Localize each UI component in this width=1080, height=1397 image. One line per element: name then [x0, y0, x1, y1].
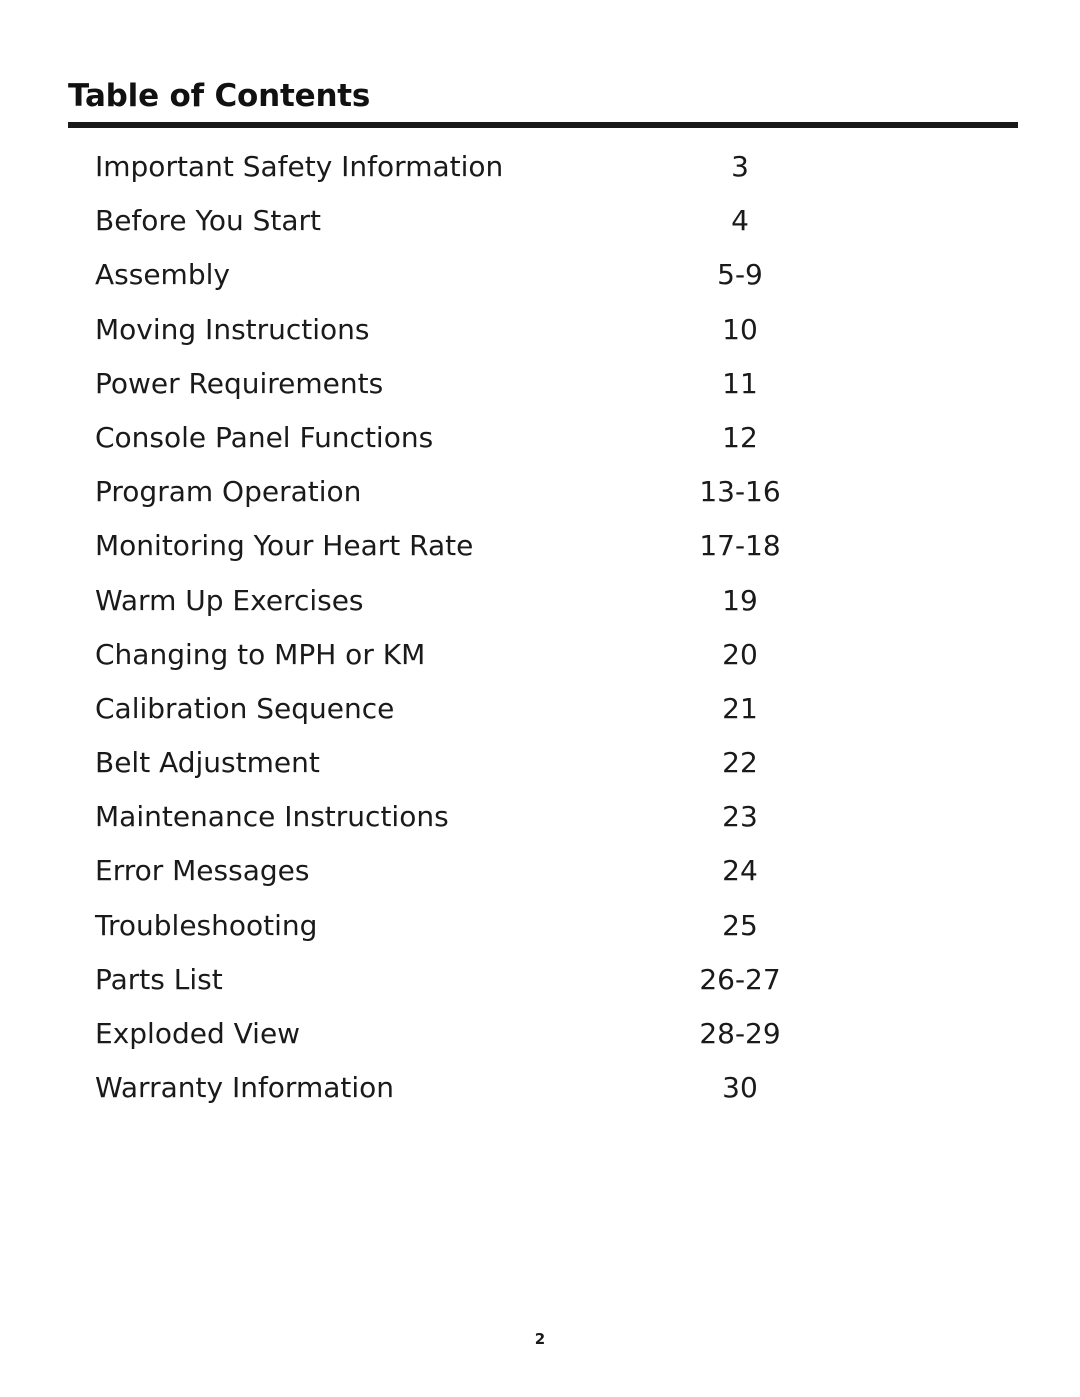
toc-entry-label: Warranty Information [95, 1071, 395, 1105]
toc-entry-page: 30 [722, 1071, 758, 1105]
toc-entry: Changing to MPH or KM 20 [68, 638, 1018, 692]
toc-entry-label: Warm Up Exercises [95, 583, 364, 617]
toc-entry-label: Maintenance Instructions [95, 800, 449, 834]
toc-entry-page: 24 [722, 854, 758, 888]
toc-entry-page: 19 [722, 583, 758, 617]
toc-entry-page: 10 [722, 312, 758, 346]
toc-entry: Warranty Information 30 [68, 1071, 1018, 1125]
toc-entry-label: Power Requirements [95, 366, 384, 400]
toc-entry-label: Assembly [95, 258, 230, 292]
toc-entry: Warm Up Exercises 19 [68, 584, 1018, 638]
toc-entry-label: Changing to MPH or KM [95, 637, 426, 671]
toc-entry-page: 25 [722, 908, 758, 942]
toc-entry-label: Moving Instructions [95, 312, 370, 346]
toc-entry-label: Important Safety Information [95, 150, 504, 183]
toc-entry: Monitoring Your Heart Rate 17-18 [68, 529, 1018, 583]
toc-entry-page: 5-9 [717, 258, 763, 292]
toc-entry: Exploded View 28-29 [68, 1017, 1018, 1071]
toc-entry-label: Calibration Sequence [95, 691, 395, 725]
page-title: Table of Contents [68, 78, 371, 114]
title-divider [68, 122, 1018, 128]
toc-entry-page: 12 [722, 420, 758, 454]
toc-entry: Parts List 26-27 [68, 963, 1018, 1017]
toc-entry: Console Panel Functions 12 [68, 421, 1018, 475]
toc-entry-label: Error Messages [95, 854, 310, 888]
page-folio: 2 [534, 1330, 546, 1348]
toc-entry-page: 20 [722, 637, 758, 671]
toc-entry: Calibration Sequence 21 [68, 692, 1018, 746]
toc-entry: Assembly 5-9 [68, 258, 1018, 312]
toc-entry-label: Console Panel Functions [95, 420, 434, 454]
toc-entry-page: 13-16 [699, 475, 781, 509]
toc-entry-page: 21 [722, 691, 758, 725]
toc-entry: Troubleshooting 25 [68, 909, 1018, 963]
toc-entry-page: 22 [722, 746, 758, 780]
toc-entry-label: Parts List [95, 962, 223, 996]
toc-entry: Moving Instructions 10 [68, 313, 1018, 367]
toc-entry-page: 23 [722, 800, 758, 834]
toc-entry-page: 11 [722, 366, 758, 400]
toc-entry-page: 28-29 [699, 1017, 781, 1050]
toc-entry-label: Troubleshooting [95, 908, 318, 942]
table-of-contents-list: Important Safety Information 3 Before Yo… [68, 150, 1018, 1125]
toc-entry-label: Program Operation [95, 475, 362, 509]
toc-entry: Important Safety Information 3 [68, 150, 1018, 204]
toc-entry: Belt Adjustment 22 [68, 746, 1018, 800]
toc-entry-label: Belt Adjustment [95, 746, 320, 780]
toc-entry-label: Before You Start [95, 204, 322, 238]
toc-entry-page: 26-27 [699, 962, 781, 996]
toc-entry: Maintenance Instructions 23 [68, 800, 1018, 854]
toc-entry-page: 17-18 [699, 529, 781, 563]
toc-entry: Program Operation 13-16 [68, 475, 1018, 529]
toc-entry-page: 3 [731, 150, 749, 183]
toc-entry: Error Messages 24 [68, 854, 1018, 908]
toc-entry-page: 4 [731, 204, 749, 238]
toc-entry: Power Requirements 11 [68, 367, 1018, 421]
toc-entry: Before You Start 4 [68, 204, 1018, 258]
toc-entry-label: Monitoring Your Heart Rate [95, 529, 474, 563]
document-page: Table of Contents Important Safety Infor… [0, 0, 1080, 1397]
toc-entry-label: Exploded View [95, 1017, 301, 1050]
